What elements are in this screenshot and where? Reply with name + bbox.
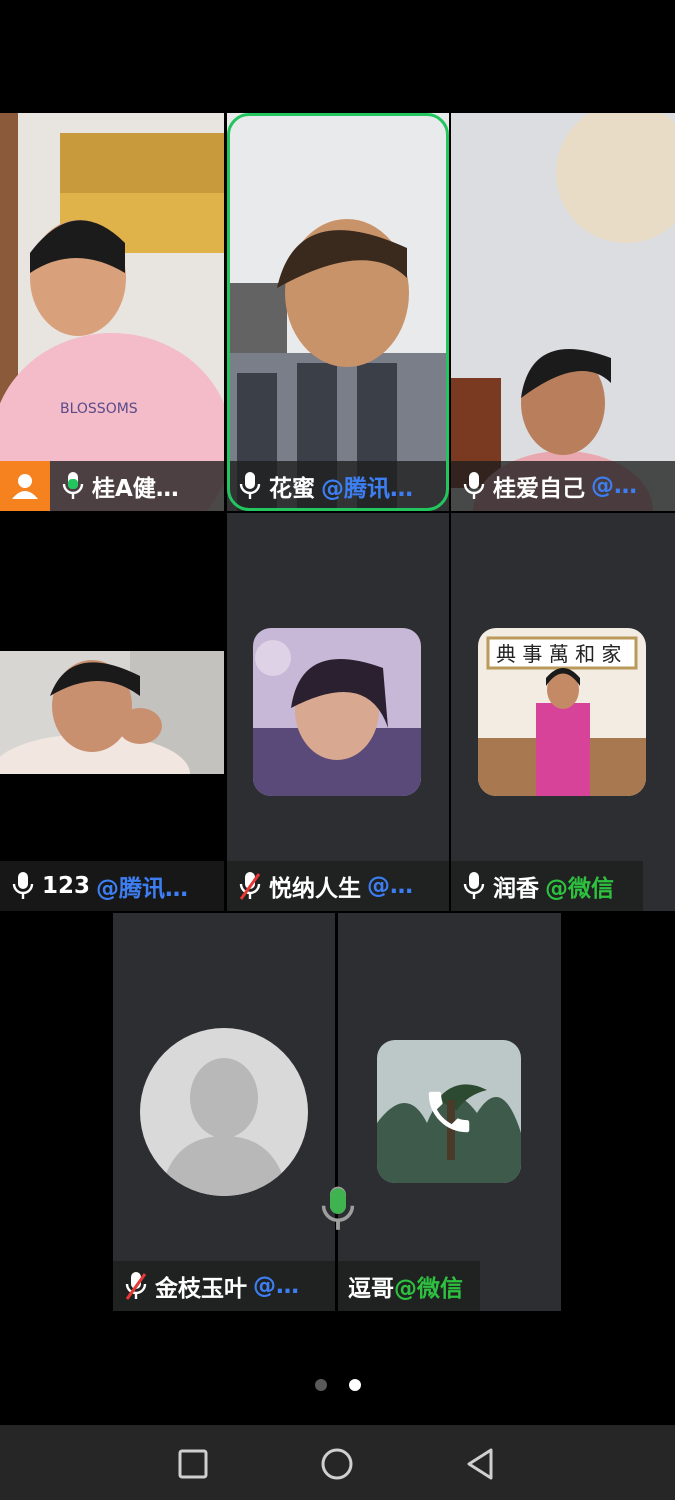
participant-video <box>0 651 224 774</box>
svg-text:典 事 萬 和 家: 典 事 萬 和 家 <box>496 642 621 666</box>
participant-name: 金枝玉叶 <box>155 1276 247 1302</box>
video-tile-6[interactable]: 典 事 萬 和 家 润香 @微信 <box>451 513 675 911</box>
participant-source: @… <box>253 1273 299 1299</box>
host-person-icon <box>0 461 50 511</box>
page-indicator[interactable] <box>0 1379 675 1391</box>
participant-label: 润香 @微信 <box>451 861 643 911</box>
mic-muted-icon <box>125 1271 147 1301</box>
back-triangle-icon[interactable] <box>461 1444 501 1484</box>
page-dot-1[interactable] <box>314 1379 327 1391</box>
video-tile-8[interactable]: 逗哥 @微信 <box>338 913 561 1311</box>
participant-name: 润香 <box>493 876 539 902</box>
video-tile-7[interactable]: 金枝玉叶 @… <box>113 913 335 1311</box>
microphone-icon <box>239 471 261 501</box>
participant-name: 逗哥 <box>348 1276 394 1302</box>
home-circle-icon[interactable] <box>317 1444 357 1484</box>
participant-label: 桂爱自己 @… <box>451 461 675 511</box>
participant-source: @… <box>591 473 637 499</box>
participant-source: @… <box>367 873 413 899</box>
participant-source: @腾讯… <box>96 876 189 902</box>
microphone-icon <box>62 471 84 501</box>
phone-icon <box>428 1091 470 1133</box>
video-tile-2[interactable]: 花蜜 @腾讯… <box>227 113 449 511</box>
participant-avatar: 典 事 萬 和 家 <box>478 628 646 796</box>
participant-label: 桂A健… <box>0 461 224 511</box>
participant-source: @腾讯… <box>321 476 413 502</box>
participant-avatar <box>253 628 421 796</box>
participant-video: BLOSSOMS <box>0 113 224 511</box>
page-dot-2-active[interactable] <box>348 1379 361 1391</box>
video-tile-3[interactable]: 桂爱自己 @… <box>451 113 675 511</box>
video-tile-4[interactable]: 123 @腾讯… <box>0 513 224 911</box>
participant-source: @微信 <box>545 876 614 902</box>
participant-name: 悦纳人生 <box>269 876 361 902</box>
video-tile-5[interactable]: 悦纳人生 @… <box>227 513 449 911</box>
mic-muted-icon <box>239 871 261 901</box>
microphone-icon <box>12 871 34 901</box>
participant-name: 花蜜 <box>269 476 315 502</box>
participant-source: @微信 <box>394 1276 463 1302</box>
system-navigation-bar <box>0 1425 675 1500</box>
participant-label: 悦纳人生 @… <box>227 861 449 911</box>
speaking-mic-icon <box>321 1186 355 1230</box>
participant-label: 金枝玉叶 @… <box>113 1261 335 1311</box>
recents-square-icon[interactable] <box>173 1444 213 1484</box>
participant-label: 逗哥 @微信 <box>338 1261 480 1311</box>
participant-name: 123 <box>42 873 91 899</box>
participant-label: 123 @腾讯… <box>0 861 224 911</box>
participant-name: 桂爱自己 <box>493 476 585 502</box>
participant-video <box>451 113 675 511</box>
participant-name: 桂A健… <box>92 476 179 502</box>
participant-video <box>227 113 449 511</box>
default-avatar <box>140 1028 308 1196</box>
participant-label: 花蜜 @腾讯… <box>227 461 449 511</box>
video-tile-1[interactable]: BLOSSOMS 桂A健… <box>0 113 224 511</box>
microphone-icon <box>463 471 485 501</box>
microphone-icon <box>463 871 485 901</box>
svg-text:BLOSSOMS: BLOSSOMS <box>60 401 138 417</box>
